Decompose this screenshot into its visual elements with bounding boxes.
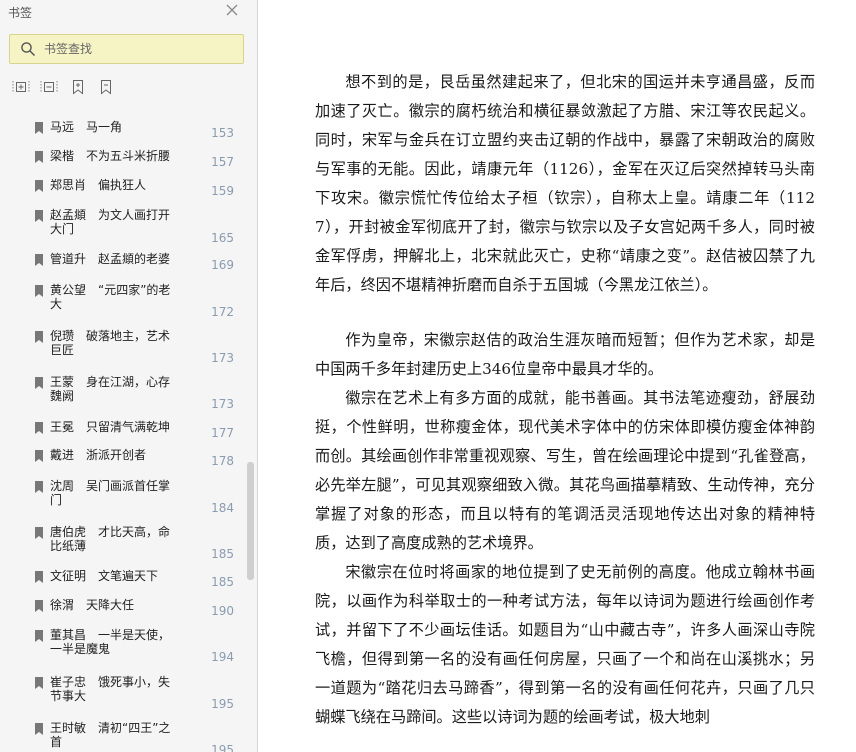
bookmark-title: 黄公望 “元四家”的老大 <box>50 283 171 311</box>
bookmark-title: 管道升 赵孟頫的老婆 <box>50 252 171 266</box>
bookmark-page-number: 177 <box>211 426 234 440</box>
bookmark-page-number: 195 <box>211 697 234 711</box>
bookmark-icon <box>35 527 43 539</box>
search-icon <box>21 42 36 57</box>
bookmark-page-number: 194 <box>211 650 234 664</box>
bookmark-title: 董其昌 一半是天使，一半是魔鬼 <box>50 628 171 656</box>
bookmark-icon <box>35 285 43 297</box>
bookmark-icon <box>35 677 43 689</box>
bookmark-title: 沈周 吴门画派首任掌门 <box>50 479 171 507</box>
bookmark-title: 文征明 文笔遍天下 <box>50 569 159 583</box>
bookmark-icon <box>35 377 43 389</box>
sidebar-scrollbar[interactable] <box>247 462 254 580</box>
paragraph: 作为皇帝，宋徽宗赵佶的政治生涯灰暗而短暂；但作为艺术家，却是中国两千多年封建历史… <box>315 331 815 378</box>
expand-all-icon[interactable] <box>12 78 30 96</box>
bookmark-title: 徐渭 天降大任 <box>50 598 135 612</box>
bookmark-page-number: 173 <box>211 351 234 365</box>
delete-bookmark-icon[interactable] <box>97 78 115 96</box>
bookmark-icon <box>35 630 43 642</box>
bookmark-page-number: 184 <box>211 501 234 515</box>
bookmark-icon <box>35 180 43 192</box>
bookmark-search-box[interactable] <box>9 34 244 64</box>
bookmark-title: 戴进 浙派开创者 <box>50 448 147 462</box>
sidebar-header: 书签 <box>0 0 257 24</box>
bookmark-icon <box>35 723 43 735</box>
bookmark-search-input[interactable] <box>44 40 234 58</box>
bookmark-title: 王时敏 清初“四王”之首 <box>50 721 171 749</box>
bookmark-title: 梁楷 不为五斗米折腰 <box>50 149 171 163</box>
bookmark-sidebar: 书签 马远 <box>0 0 258 752</box>
bookmark-page-number: 172 <box>211 305 234 319</box>
bookmark-page-number: 195 <box>211 743 234 752</box>
bookmark-page-number: 185 <box>211 547 234 561</box>
bookmark-icon <box>35 254 43 266</box>
close-icon[interactable] <box>224 2 240 18</box>
paragraph: 想不到的是，艮岳虽然建起来了，但北宋的国运并未亨通昌盛，反而加速了灭亡。徽宗的腐… <box>315 73 815 294</box>
bookmark-page-number: 159 <box>211 184 234 198</box>
bookmark-title: 唐伯虎 才比天高，命比纸薄 <box>50 525 171 553</box>
bookmark-page-number: 165 <box>211 231 234 245</box>
bookmark-icon <box>35 331 43 343</box>
paragraph: 宋徽宗在位时将画家的地位提到了史无前例的高度。他成立翰林书画院，以画作为科举取士… <box>315 563 815 726</box>
bookmark-title: 崔子忠 饿死事小，失节事大 <box>50 675 171 703</box>
bookmark-icon <box>35 122 43 134</box>
bookmark-icon <box>35 450 43 462</box>
bookmark-title: 倪瓒 破落地主，艺术巨匠 <box>50 329 171 357</box>
bookmark-page-number: 157 <box>211 155 234 169</box>
bookmark-icon <box>35 210 43 222</box>
collapse-all-icon[interactable] <box>40 78 58 96</box>
bookmark-title: 赵孟頫 为文人画打开大门 <box>50 208 171 236</box>
bookmark-page-number: 178 <box>211 454 234 468</box>
bookmark-page-number: 169 <box>211 258 234 272</box>
bookmark-icon <box>35 571 43 583</box>
bookmark-page-number: 153 <box>211 126 234 140</box>
bookmark-list: 马远 马一角 153 梁楷 不为五斗米折腰 157 郑思肖 偏执狂人 159 赵… <box>0 112 250 752</box>
sidebar-title: 书签 <box>8 6 33 20</box>
bookmark-page-number: 173 <box>211 397 234 411</box>
bookmark-icon <box>35 151 43 163</box>
bookmark-title: 王冕 只留清气满乾坤 <box>50 420 171 434</box>
bookmark-title: 马远 马一角 <box>50 120 123 134</box>
bookmark-title: 王蒙 身在江湖，心存魏阙 <box>50 375 171 403</box>
bookmark-title: 郑思肖 偏执狂人 <box>50 178 147 192</box>
paragraph: 徽宗在艺术上有多方面的成就，能书善画。其书法笔迹瘦劲，舒展劲挺，个性鲜明，世称瘦… <box>315 389 815 552</box>
bookmark-page-number: 190 <box>211 604 234 618</box>
bookmark-icon <box>35 600 43 612</box>
bookmark-page-number: 185 <box>211 575 234 589</box>
bookmark-icon <box>35 422 43 434</box>
bookmark-icon <box>35 481 43 493</box>
document-page: 想不到的是，艮岳虽然建起来了，但北宋的国运并未亨通昌盛，反而加速了灭亡。徽宗的腐… <box>259 0 856 752</box>
add-bookmark-icon[interactable] <box>69 78 87 96</box>
